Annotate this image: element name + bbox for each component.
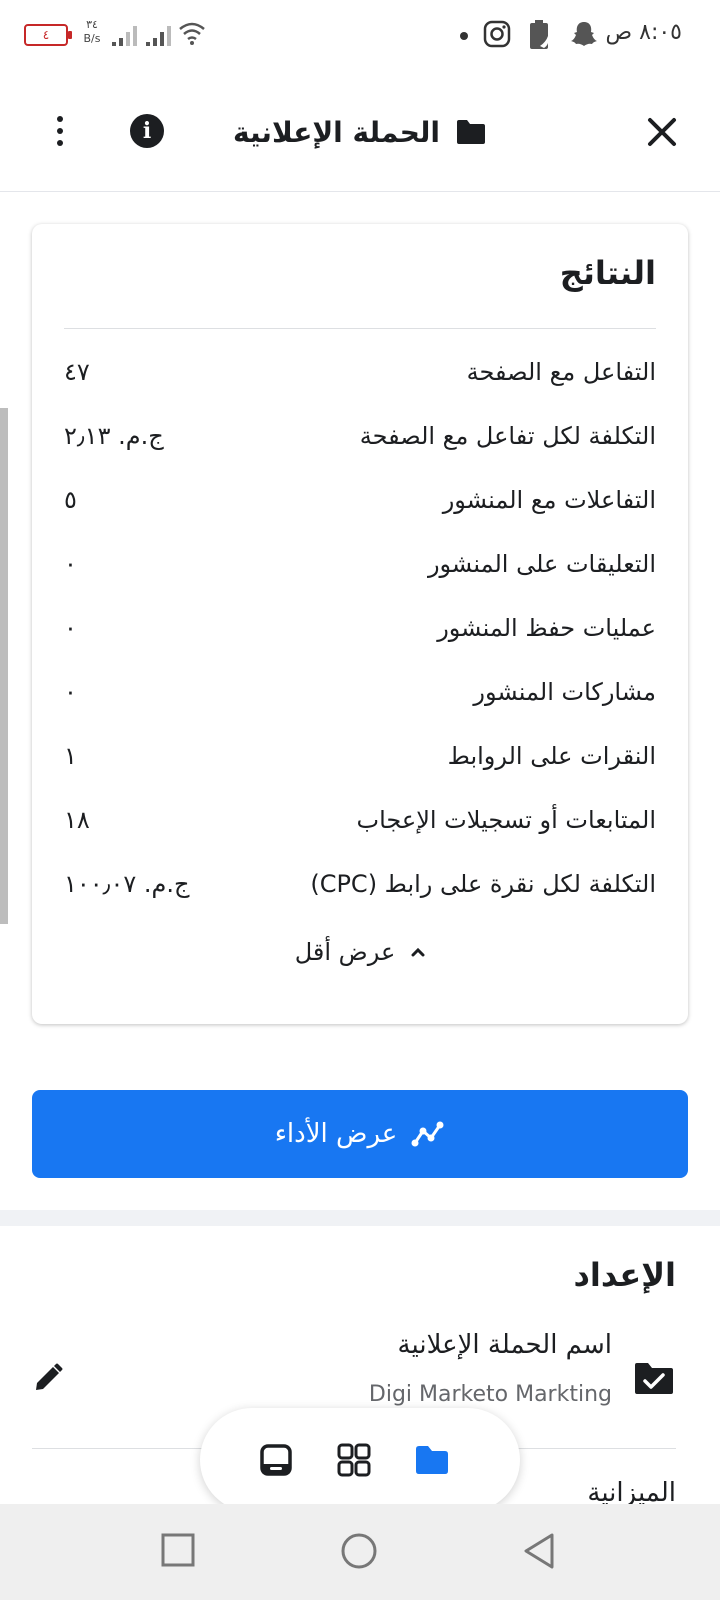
results-card: النتائج التفاعل مع الصفحة ٤٧ التكلفة لكل… [32,224,688,1024]
result-label: المتابعات أو تسجيلات الإعجاب [356,806,656,834]
results-list: التفاعل مع الصفحة ٤٧ التكلفة لكل تفاعل م… [64,340,656,916]
result-label: النقرات على الروابط [447,742,656,770]
battery-level: ٤ [42,28,50,42]
result-value: ج.م. ٢٫١٣ [64,422,164,450]
network-speed-value: ٣٤ [86,18,98,31]
campaign-name-value: Digi Marketo Markting [368,1382,612,1407]
result-value: ٥ [64,486,77,514]
result-label: مشاركات المنشور [473,678,656,706]
status-bar: ٤ ٣٤ B/s ٨:٠٥ ص [0,0,720,72]
result-row: مشاركات المنشور ٠ [64,660,656,724]
result-row: التكلفة لكل تفاعل مع الصفحة ج.م. ٢٫١٣ [64,404,656,468]
result-row: التعليقات على المنشور ٠ [64,532,656,596]
results-title: النتائج [559,254,656,292]
network-speed: ٣٤ B/s [80,18,104,46]
result-label: التفاعلات مع المنشور [442,486,656,514]
folder-check-icon [635,1363,673,1394]
result-row: التكلفة لكل نقرة على رابط (CPC) ج.م. ١٠٠… [64,852,656,916]
signal-icon [112,24,137,46]
edit-pencil-icon[interactable] [32,1362,64,1394]
show-less-label: عرض أقل [294,938,396,966]
result-label: عمليات حفظ المنشور [437,614,656,642]
battery-icon: ٤ [24,24,72,46]
result-value: ١٨ [64,806,90,834]
top-app-bar: الحملة الإعلانية i [0,72,720,192]
result-label: التفاعل مع الصفحة [466,358,656,386]
bottom-tab-bar [200,1408,520,1512]
result-row: التفاعل مع الصفحة ٤٧ [64,340,656,404]
more-vertical-icon[interactable] [52,112,68,152]
signal-icon-2 [146,24,171,46]
page-title: الحملة الإعلانية [233,115,440,149]
notification-dot [460,32,468,40]
folder-icon[interactable] [414,1442,450,1478]
view-performance-button[interactable]: عرض الأداء [32,1090,688,1178]
result-label: التكلفة لكل تفاعل مع الصفحة [359,422,656,450]
section-separator [0,1210,720,1226]
result-value: ٠ [64,614,77,642]
home-icon[interactable] [340,1532,378,1570]
divider [64,328,656,329]
close-icon[interactable] [644,114,680,150]
recent-apps-icon[interactable] [160,1532,196,1568]
view-performance-label: عرض الأداء [274,1119,398,1149]
setup-title: الإعداد [573,1256,676,1294]
result-row: النقرات على الروابط ١ [64,724,656,788]
trend-chart-icon [411,1121,444,1147]
result-value: ٠ [64,678,77,706]
info-icon[interactable]: i [130,114,164,148]
ads-manager-icon[interactable] [258,1442,294,1478]
result-value: ١ [64,742,77,770]
clock: ٨:٠٥ ص [605,20,682,45]
battery-saver-icon [530,20,549,49]
result-label: التعليقات على المنشور [427,550,656,578]
scroll-indicator [0,408,8,924]
chevron-up-icon [411,947,425,957]
show-less-button[interactable]: عرض أقل [32,938,688,966]
wifi-icon [179,22,205,45]
system-navigation-bar [0,1504,720,1600]
header-title-group: الحملة الإعلانية [233,106,488,158]
result-row: التفاعلات مع المنشور ٥ [64,468,656,532]
network-speed-unit: B/s [83,32,101,45]
back-icon[interactable] [522,1532,556,1570]
result-label: التكلفة لكل نقرة على رابط (CPC) [310,870,656,898]
campaign-name-label: اسم الحملة الإعلانية [397,1330,612,1360]
instagram-icon [483,20,511,48]
folder-icon [457,120,485,144]
result-value: ج.م. ١٠٠٫٠٧ [64,870,190,898]
result-row: عمليات حفظ المنشور ٠ [64,596,656,660]
snapchat-icon [571,22,597,46]
result-value: ٤٧ [64,358,90,386]
result-row: المتابعات أو تسجيلات الإعجاب ١٨ [64,788,656,852]
result-value: ٠ [64,550,77,578]
grid-icon[interactable] [336,1442,372,1478]
